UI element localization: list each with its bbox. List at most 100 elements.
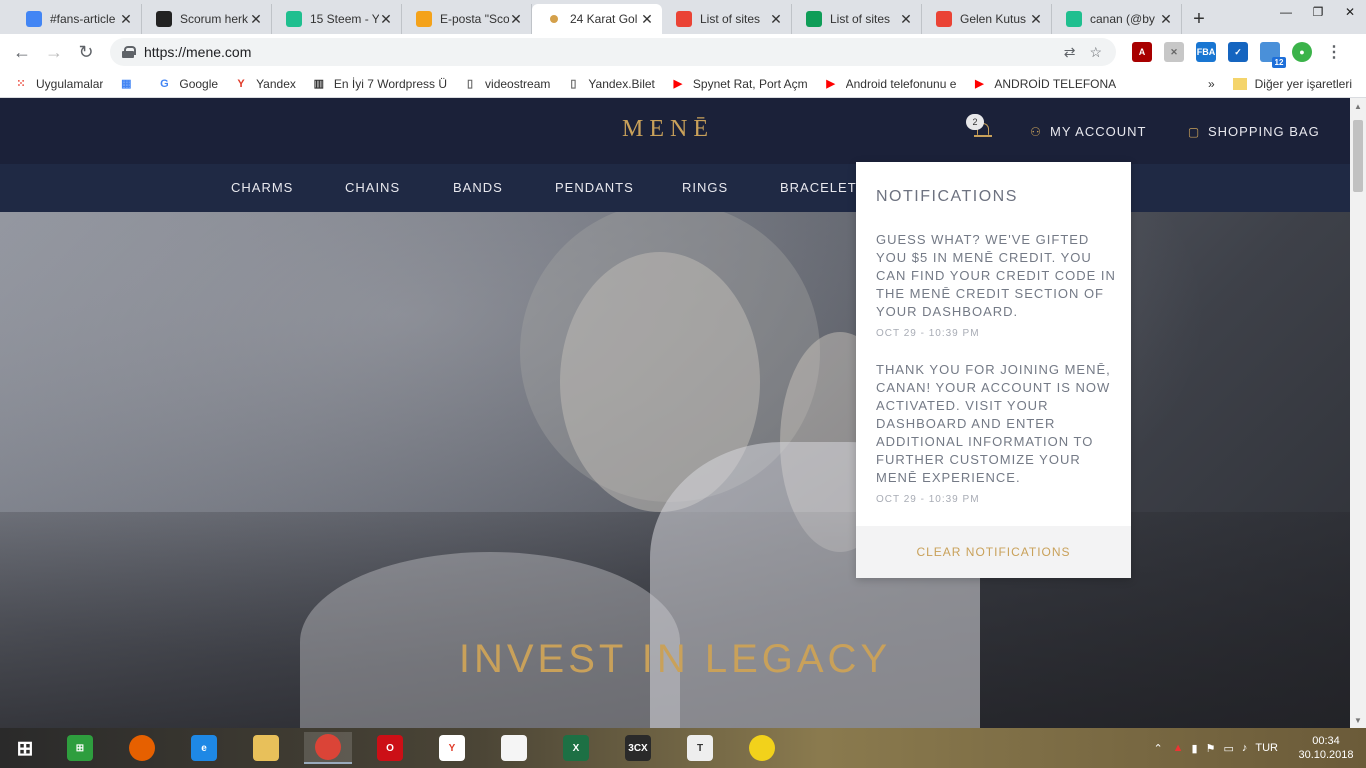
- volume-icon[interactable]: ♪: [1242, 742, 1248, 754]
- nav-pendants[interactable]: PENDANTS: [555, 180, 634, 195]
- barcode-icon: ▥: [313, 78, 325, 90]
- page-icon: ▯: [467, 78, 474, 90]
- tab-close-icon[interactable]: ✕: [249, 11, 263, 28]
- tab-close-icon[interactable]: ✕: [769, 11, 783, 28]
- nav-chains[interactable]: CHAINS: [345, 180, 400, 195]
- bookmark-item[interactable]: ▶ Spynet Rat, Port Açm: [671, 77, 808, 91]
- tab-title: 15 Steem - Y: [310, 12, 379, 26]
- tab-title: 24 Karat Gol: [570, 12, 638, 26]
- other-bookmarks[interactable]: Diğer yer işaretleri: [1255, 77, 1352, 91]
- browser-tab[interactable]: 24 Karat Gol ✕: [532, 4, 662, 34]
- checkmark-extension-icon[interactable]: ✓: [1228, 42, 1248, 62]
- nav-rings[interactable]: RINGS: [682, 180, 728, 195]
- bookmark-item[interactable]: ▥ En İyi 7 Wordpress Ü: [312, 77, 447, 91]
- bookmark-item[interactable]: G Google: [157, 77, 218, 91]
- tab-close-icon[interactable]: ✕: [640, 11, 654, 28]
- new-tab-button[interactable]: +: [1182, 4, 1216, 34]
- wifi-extension-icon[interactable]: 12: [1260, 42, 1286, 68]
- mene-logo[interactable]: MENĒ: [622, 116, 714, 143]
- my-account-link[interactable]: ⚇ MY ACCOUNT: [1030, 124, 1146, 139]
- star-icon[interactable]: ☆: [1089, 44, 1102, 61]
- nav-bands[interactable]: BANDS: [453, 180, 503, 195]
- taskbar-explorer-icon[interactable]: [242, 732, 290, 764]
- taskbar-firefox-icon[interactable]: [118, 732, 166, 764]
- taskbar-notepad-icon[interactable]: [490, 732, 538, 764]
- tab-close-icon[interactable]: ✕: [899, 11, 913, 28]
- browser-tab[interactable]: List of sites ✕: [662, 4, 792, 34]
- bag-icon: ▢: [1187, 124, 1201, 139]
- antivirus-icon[interactable]: ▲: [1173, 742, 1184, 754]
- tab-close-icon[interactable]: ✕: [1029, 11, 1043, 28]
- bookmark-item[interactable]: ▯ Yandex.Bilet: [566, 77, 655, 91]
- battery-icon[interactable]: ▭: [1223, 742, 1233, 755]
- tab-title: List of sites: [700, 12, 761, 26]
- close-window-icon[interactable]: ✕: [1334, 0, 1366, 24]
- browser-tab[interactable]: E-posta "Sco ✕: [402, 4, 532, 34]
- tab-close-icon[interactable]: ✕: [509, 11, 523, 28]
- taskbar-ie-icon[interactable]: e: [180, 732, 228, 764]
- bookmark-item[interactable]: ▶ ANDROİD TELEFONA: [972, 77, 1116, 91]
- duck-glyph: [749, 735, 775, 761]
- bookmarks-overflow-button[interactable]: »: [1208, 77, 1215, 91]
- scroll-thumb[interactable]: [1353, 120, 1363, 192]
- typora-glyph: T: [687, 735, 713, 761]
- taskbar-3cx-icon[interactable]: 3CX: [614, 732, 662, 764]
- forward-icon[interactable]: →: [38, 36, 70, 68]
- pdf-extension-icon[interactable]: A: [1132, 42, 1152, 62]
- start-icon[interactable]: ⊞: [0, 732, 50, 764]
- taskbar-chrome-icon[interactable]: [304, 732, 352, 764]
- taskbar-store-icon[interactable]: ⊞: [56, 732, 104, 764]
- explorer-glyph: [253, 735, 279, 761]
- tray-up-icon[interactable]: ⌃: [1153, 742, 1162, 755]
- clock[interactable]: 00:34 30.10.2018: [1286, 734, 1366, 762]
- taskbar-yandex-icon[interactable]: Y: [428, 732, 476, 764]
- bookmark-item[interactable]: ▦: [119, 77, 141, 91]
- browser-tab[interactable]: Gelen Kutus ✕: [922, 4, 1052, 34]
- shopping-bag-link[interactable]: ▢ SHOPPING BAG: [1188, 124, 1320, 139]
- network-icon[interactable]: ▮: [1192, 742, 1198, 755]
- tab-close-icon[interactable]: ✕: [1159, 11, 1173, 28]
- extensions: A ✕ FBA ✓ 12 ● ⋮: [1126, 38, 1350, 68]
- url-text[interactable]: https://mene.com: [144, 44, 251, 60]
- tab-close-icon[interactable]: ✕: [119, 11, 133, 28]
- nav-charms[interactable]: CHARMS: [231, 180, 293, 195]
- taskbar-opera-icon[interactable]: O: [366, 732, 414, 764]
- browser-tab[interactable]: 15 Steem - Y ✕: [272, 4, 402, 34]
- reload-icon[interactable]: ↻: [70, 36, 102, 68]
- fba-extension-icon[interactable]: FBA: [1196, 42, 1216, 62]
- scroll-up-icon[interactable]: ▲: [1350, 98, 1366, 114]
- x-extension-icon[interactable]: ✕: [1164, 42, 1184, 62]
- bookmark-item[interactable]: Y Yandex: [234, 77, 295, 91]
- bookmark-item[interactable]: ▯ videostream: [463, 77, 550, 91]
- bookmark-item[interactable]: ▶ Android telefonunu e: [824, 77, 956, 91]
- nav-bracelets[interactable]: BRACELETS: [780, 180, 866, 195]
- menu-icon[interactable]: ⋮: [1324, 42, 1344, 62]
- browser-tab[interactable]: #fans-article ✕: [12, 4, 142, 34]
- notification-time: OCT 29 - 10:39 PM: [876, 328, 980, 339]
- taskbar-duck-icon[interactable]: [738, 732, 786, 764]
- dot-icon: [546, 11, 562, 27]
- address-bar[interactable]: https://mene.com ⇄ ☆: [110, 38, 1116, 66]
- notification-message[interactable]: THANK YOU FOR JOINING MENĒ, CANAN! YOUR …: [876, 361, 1116, 487]
- tab-close-icon[interactable]: ✕: [379, 11, 393, 28]
- green-extension-icon[interactable]: ●: [1292, 42, 1312, 62]
- minimize-icon[interactable]: —: [1270, 0, 1302, 24]
- flag-icon[interactable]: ⚑: [1206, 742, 1216, 755]
- taskbar-typora-icon[interactable]: T: [676, 732, 724, 764]
- browser-tab[interactable]: canan (@by ✕: [1052, 4, 1182, 34]
- browser-tab[interactable]: Scorum herk ✕: [142, 4, 272, 34]
- tab-title: #fans-article: [50, 12, 116, 26]
- back-icon[interactable]: ←: [6, 36, 38, 68]
- steem-icon: [1066, 11, 1082, 27]
- tab-title: canan (@by: [1090, 12, 1155, 26]
- page-scrollbar[interactable]: ▲ ▼: [1350, 98, 1366, 728]
- translate-icon[interactable]: ⇄: [1064, 44, 1076, 61]
- bookmark-item[interactable]: ⁙ Uygulamalar: [14, 77, 103, 91]
- browser-tab[interactable]: List of sites ✕: [792, 4, 922, 34]
- scroll-down-icon[interactable]: ▼: [1350, 712, 1366, 728]
- language-indicator[interactable]: TUR: [1255, 742, 1278, 754]
- notification-message[interactable]: GUESS WHAT? WE'VE GIFTED YOU $5 IN MENĒ …: [876, 231, 1116, 321]
- taskbar-excel-icon[interactable]: X: [552, 732, 600, 764]
- restore-icon[interactable]: ❐: [1302, 0, 1334, 24]
- clear-notifications-button[interactable]: CLEAR NOTIFICATIONS: [856, 526, 1131, 578]
